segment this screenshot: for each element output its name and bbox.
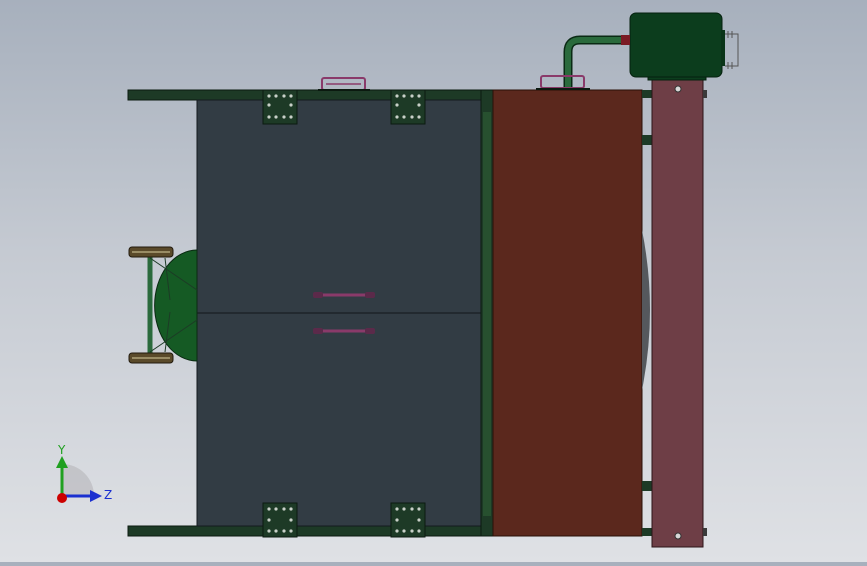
coordinate-triad-icon: Y Z — [48, 440, 128, 510]
clamp-block-top-left — [262, 89, 298, 125]
model-canvas[interactable] — [0, 0, 867, 562]
axis-label-y: Y — [57, 443, 66, 457]
plate-bolt-top — [674, 85, 682, 93]
end-plate — [651, 76, 704, 548]
motor-unit — [629, 12, 739, 81]
hopper-panel — [492, 89, 643, 537]
axis-label-z: Z — [104, 488, 112, 502]
clamp-block-bottom-right — [390, 502, 426, 538]
clamp-block-bottom-left — [262, 502, 298, 538]
cad-viewport[interactable]: Y Z — [0, 0, 867, 562]
motor-connector — [725, 31, 739, 69]
bottom-rail — [127, 525, 484, 537]
feed-pipe — [563, 35, 630, 90]
plate-bolt-bottom — [674, 532, 682, 540]
tank-top-handle — [318, 77, 370, 91]
origin-dot-icon — [57, 493, 67, 503]
clamp-block-top-right — [390, 89, 426, 125]
fan-housing-arc — [642, 230, 650, 390]
top-rail — [127, 89, 484, 101]
hopper-top-handle — [536, 75, 590, 90]
